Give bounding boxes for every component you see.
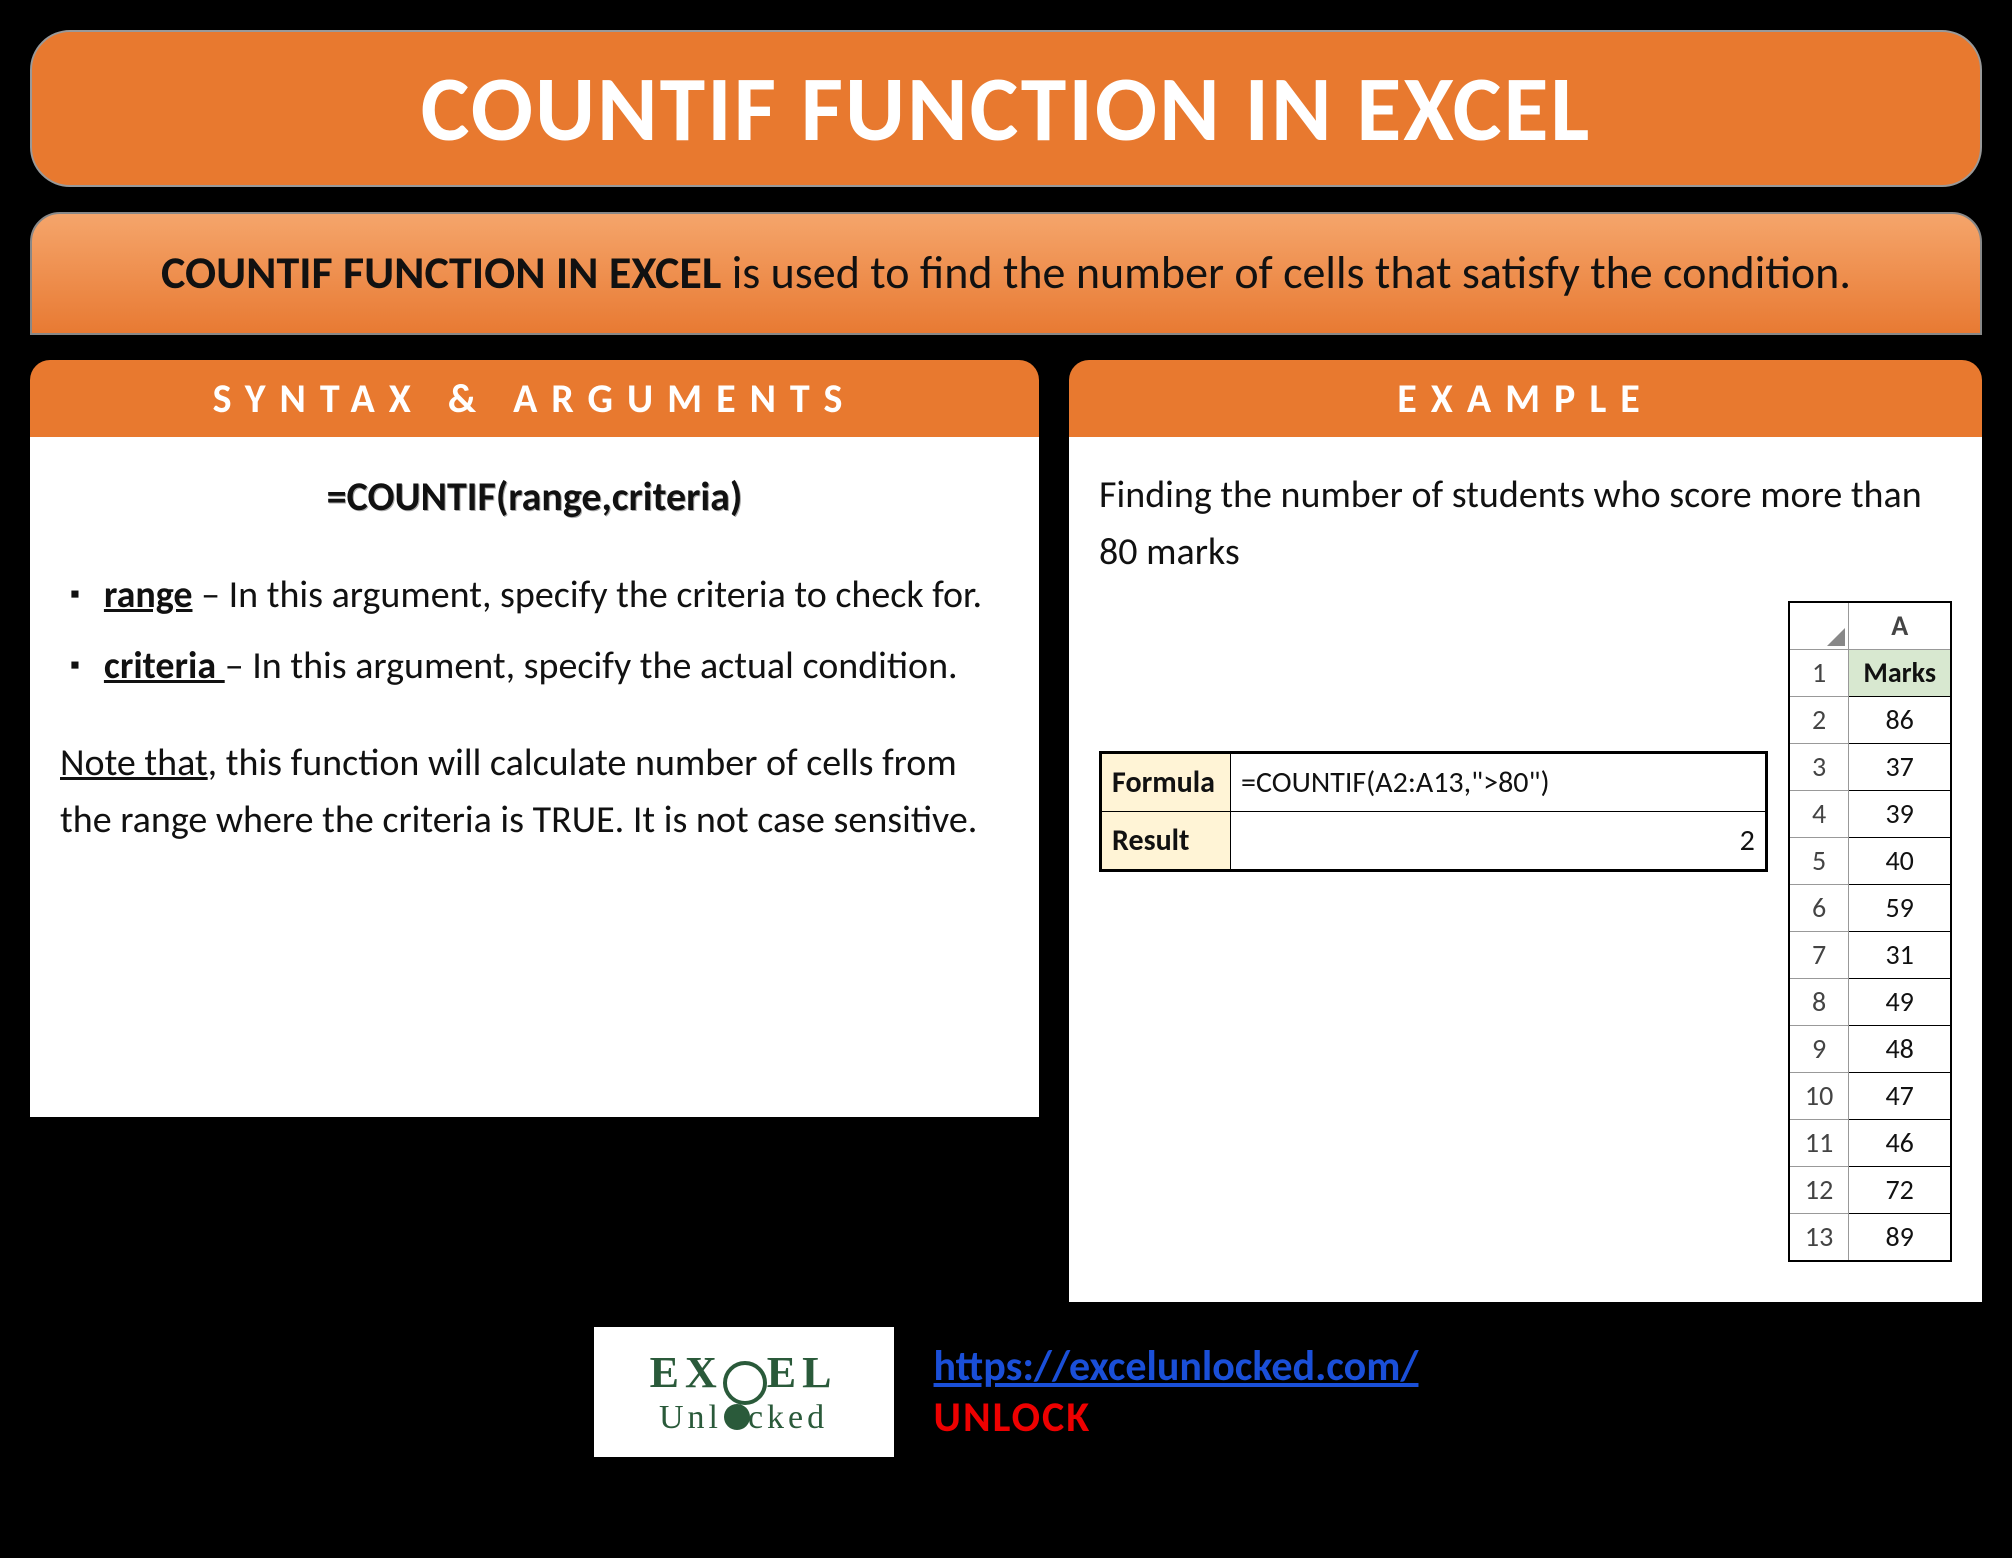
argument-text: criteria – In this argument, specify the… <box>104 638 958 695</box>
argument-item: ▪ criteria – In this argument, specify t… <box>70 638 1009 695</box>
syntax-header: SYNTAX & ARGUMENTS <box>30 360 1039 437</box>
table-row: 948 <box>1789 1026 1951 1073</box>
marks-cell: 59 <box>1849 885 1951 932</box>
example-body: Finding the number of students who score… <box>1069 437 1982 1302</box>
table-row: 1047 <box>1789 1073 1951 1120</box>
row-number: 1 <box>1789 650 1849 697</box>
marks-cell: 86 <box>1849 697 1951 744</box>
marks-cell: 72 <box>1849 1167 1951 1214</box>
row-number: 8 <box>1789 979 1849 1026</box>
row-number: 11 <box>1789 1120 1849 1167</box>
row-number: 2 <box>1789 697 1849 744</box>
table-row: 1Marks <box>1789 650 1951 697</box>
table-row: 849 <box>1789 979 1951 1026</box>
logo-key-icon <box>724 1404 750 1430</box>
syntax-body: =COUNTIF(range,criteria) ▪ range – In th… <box>30 437 1039 1117</box>
table-row: 286 <box>1789 697 1951 744</box>
table-row: 337 <box>1789 744 1951 791</box>
logo-line2: Unlcked <box>659 1399 828 1437</box>
marks-cell: 46 <box>1849 1120 1951 1167</box>
marks-cell: 47 <box>1849 1073 1951 1120</box>
marks-cell: 40 <box>1849 838 1951 885</box>
argument-text: range – In this argument, specify the cr… <box>104 567 982 624</box>
marks-cell: 37 <box>1849 744 1951 791</box>
example-wrap: Formula =COUNTIF(A2:A13,">80") Result 2 <box>1099 601 1952 1262</box>
syntax-formula: =COUNTIF(range,criteria) <box>60 467 1009 527</box>
footer-unlock-text: UNLOCK <box>934 1392 1092 1443</box>
marks-header-cell: Marks <box>1849 650 1951 697</box>
marks-table: A 1Marks 286 337 439 540 659 731 849 948… <box>1788 601 1952 1262</box>
bullet-icon: ▪ <box>70 567 80 624</box>
footer-url-link[interactable]: https://excelunlocked.com/ <box>934 1341 1419 1392</box>
row-number: 12 <box>1789 1167 1849 1214</box>
argument-name: range <box>104 572 193 618</box>
page-title: COUNTIF FUNCTION IN EXCEL <box>72 52 1940 165</box>
table-row: Result 2 <box>1101 812 1767 871</box>
result-value-cell: 2 <box>1231 812 1767 871</box>
marks-cell: 49 <box>1849 979 1951 1026</box>
table-row: 731 <box>1789 932 1951 979</box>
row-number: 10 <box>1789 1073 1849 1120</box>
row-number: 7 <box>1789 932 1849 979</box>
marks-cell: 31 <box>1849 932 1951 979</box>
infographic-container: COUNTIF FUNCTION IN EXCEL COUNTIF FUNCTI… <box>30 30 1982 1457</box>
row-number: 5 <box>1789 838 1849 885</box>
marks-cell: 48 <box>1849 1026 1951 1073</box>
columns: SYNTAX & ARGUMENTS =COUNTIF(range,criter… <box>30 360 1982 1302</box>
syntax-column: SYNTAX & ARGUMENTS =COUNTIF(range,criter… <box>30 360 1039 1302</box>
footer: EXEL Unlcked https://excelunlocked.com/ … <box>30 1327 1982 1457</box>
marks-cell: 89 <box>1849 1214 1951 1262</box>
footer-text: https://excelunlocked.com/ UNLOCK <box>934 1341 1419 1443</box>
row-number: 3 <box>1789 744 1849 791</box>
formula-value-cell: =COUNTIF(A2:A13,">80") <box>1231 753 1767 812</box>
table-row: 1389 <box>1789 1214 1951 1262</box>
row-number: 6 <box>1789 885 1849 932</box>
argument-desc: – In this argument, specify the actual c… <box>225 643 958 689</box>
logo-line1: EXEL <box>650 1347 838 1399</box>
argument-item: ▪ range – In this argument, specify the … <box>70 567 1009 624</box>
argument-desc: – In this argument, specify the criteria… <box>192 572 982 618</box>
column-letter: A <box>1849 602 1951 650</box>
result-label-cell: Result <box>1101 812 1231 871</box>
table-row: 1146 <box>1789 1120 1951 1167</box>
title-banner: COUNTIF FUNCTION IN EXCEL <box>30 30 1982 187</box>
table-row: A <box>1789 602 1951 650</box>
note-text: Note that, this function will calculate … <box>60 735 1009 849</box>
description-text: is used to find the number of cells that… <box>721 245 1851 301</box>
formula-result-table: Formula =COUNTIF(A2:A13,">80") Result 2 <box>1099 751 1768 872</box>
table-row: 439 <box>1789 791 1951 838</box>
example-header: EXAMPLE <box>1069 360 1982 437</box>
table-row: 659 <box>1789 885 1951 932</box>
example-column: EXAMPLE Finding the number of students w… <box>1069 360 1982 1302</box>
row-number: 13 <box>1789 1214 1849 1262</box>
argument-list: ▪ range – In this argument, specify the … <box>60 567 1009 695</box>
bullet-icon: ▪ <box>70 638 80 695</box>
example-formula-box: Formula =COUNTIF(A2:A13,">80") Result 2 <box>1099 601 1768 872</box>
description-banner: COUNTIF FUNCTION IN EXCEL is used to fin… <box>30 212 1982 335</box>
argument-name: criteria <box>104 643 225 689</box>
table-corner <box>1789 602 1849 650</box>
row-number: 9 <box>1789 1026 1849 1073</box>
note-label: Note that <box>60 740 208 786</box>
marks-table-wrap: A 1Marks 286 337 439 540 659 731 849 948… <box>1788 601 1952 1262</box>
table-row: Formula =COUNTIF(A2:A13,">80") <box>1101 753 1767 812</box>
table-row: 540 <box>1789 838 1951 885</box>
logo: EXEL Unlcked <box>594 1327 894 1457</box>
marks-cell: 39 <box>1849 791 1951 838</box>
table-row: 1272 <box>1789 1167 1951 1214</box>
row-number: 4 <box>1789 791 1849 838</box>
formula-label-cell: Formula <box>1101 753 1231 812</box>
example-description: Finding the number of students who score… <box>1099 467 1952 581</box>
description-bold: COUNTIF FUNCTION IN EXCEL <box>161 245 721 301</box>
